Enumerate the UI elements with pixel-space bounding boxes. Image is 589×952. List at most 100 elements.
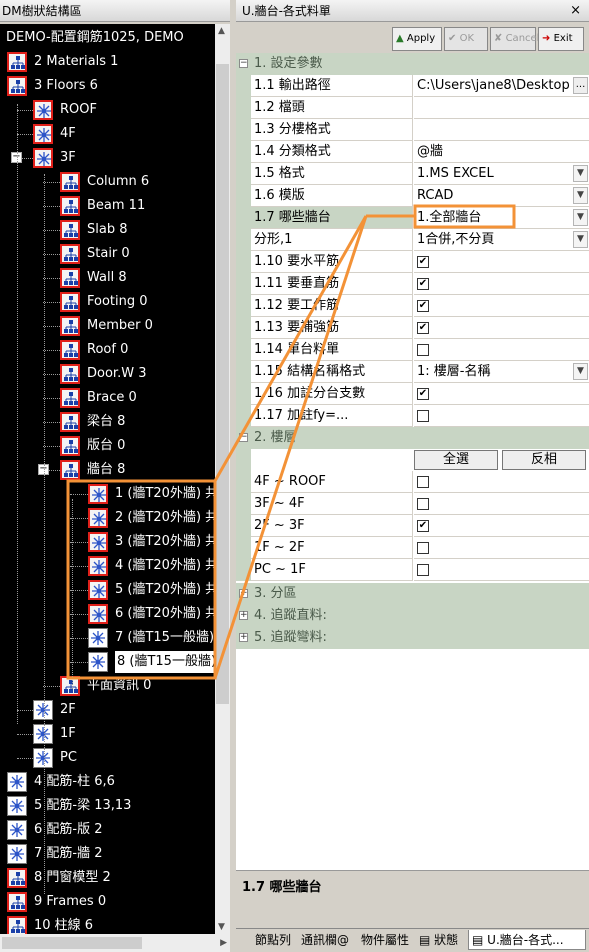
category-row[interactable]: +4. 追蹤直料: — [236, 605, 589, 627]
hscroll-thumb[interactable] — [2, 937, 142, 949]
property-row[interactable]: 1.17 加註fy=... — [236, 405, 589, 427]
category-row[interactable]: −1. 設定參數 — [236, 53, 589, 75]
tree-item[interactable]: 3 (牆T20外牆) 共 — [0, 530, 215, 554]
category-row[interactable]: −2. 樓層 — [236, 427, 589, 449]
property-row[interactable]: 1.14 單台料單 — [236, 339, 589, 361]
property-row[interactable]: 2F ~ 3F ✔ — [236, 515, 589, 537]
property-value[interactable]: 1.全部牆台 ▼ — [414, 207, 589, 229]
property-row[interactable]: 1.16 加註分台支數 ✔ — [236, 383, 589, 405]
property-row[interactable]: 1.7 哪些牆台 1.全部牆台 ▼ — [236, 207, 589, 229]
property-row[interactable]: 分形,1 1合併,不分頁 ▼ — [236, 229, 589, 251]
tree-vertical-scrollbar[interactable]: ▲ ▼ — [215, 24, 230, 934]
property-value[interactable] — [414, 405, 589, 427]
collapse-icon[interactable]: − — [239, 433, 248, 442]
property-checkbox[interactable] — [417, 410, 429, 422]
tree-item[interactable]: ROOF — [0, 98, 215, 122]
bottom-tab[interactable]: 物件屬性 — [358, 930, 409, 950]
tree-item[interactable]: 版台 0 — [0, 434, 215, 458]
property-value[interactable]: C:\Users\jane8\Desktop... — [414, 75, 589, 97]
property-row[interactable]: 4F ~ ROOF — [236, 471, 589, 493]
tree-item[interactable]: 6 配筋-版 2 — [0, 818, 215, 842]
property-row[interactable]: 1.5 格式 1.MS EXCEL ▼ — [236, 163, 589, 185]
property-value[interactable] — [414, 471, 589, 493]
category-row[interactable]: +5. 追蹤彎料: — [236, 627, 589, 649]
tree-item[interactable]: 4F — [0, 122, 215, 146]
tree-item[interactable]: Wall 8 — [0, 266, 215, 290]
property-value[interactable] — [414, 559, 589, 581]
bottom-tab[interactable]: 通訊欄@ — [298, 930, 349, 950]
tree-item[interactable]: 1F — [0, 722, 215, 746]
tree-item[interactable]: 梁台 8 — [0, 410, 215, 434]
property-value[interactable]: 1.MS EXCEL ▼ — [414, 163, 589, 185]
property-checkbox[interactable] — [417, 344, 429, 356]
ok-button[interactable]: ✔ OK — [444, 27, 488, 51]
tree-item[interactable]: − 牆台 8 — [0, 458, 215, 482]
property-value[interactable] — [414, 515, 589, 537]
bottom-tab[interactable]: ▤ 狀態 — [416, 930, 458, 950]
property-checkbox[interactable]: ✔ — [417, 256, 429, 268]
tree-item[interactable]: Column 6 — [0, 170, 215, 194]
tree-horizontal-scrollbar[interactable]: ▶ — [0, 934, 230, 952]
tree-item[interactable]: 7 (牆T15一般牆) — [0, 626, 215, 650]
tree-item[interactable]: −3F — [0, 146, 215, 170]
scroll-right-icon[interactable]: ▶ — [220, 938, 227, 948]
dropdown-arrow-icon[interactable]: ▼ — [573, 363, 588, 380]
property-value[interactable]: 1: 樓層-名稱 ▼ — [414, 361, 589, 383]
property-checkbox[interactable]: ✔ — [417, 300, 429, 312]
property-row[interactable]: 1.12 要工作筋 ✔ — [236, 295, 589, 317]
property-value[interactable] — [414, 537, 589, 559]
category-row[interactable]: +3. 分區 — [236, 583, 589, 605]
tree-view[interactable]: DEMO-配置鋼筋1025, DEMO 2 Materials 1 −3 Floor… — [0, 24, 215, 934]
bottom-tab[interactable]: ▤ U.牆台-各式... — [468, 930, 586, 950]
tree-item[interactable]: Beam 11 — [0, 194, 215, 218]
property-row[interactable]: 1.10 要水平筋 ✔ — [236, 251, 589, 273]
tree-item[interactable]: Brace 0 — [0, 386, 215, 410]
scroll-up-icon[interactable]: ▲ — [218, 26, 225, 36]
property-checkbox[interactable]: ✔ — [417, 388, 429, 400]
tree-item[interactable]: −3 Floors 6 — [0, 74, 215, 98]
scroll-down-icon[interactable]: ▼ — [218, 922, 225, 932]
property-value[interactable]: 1合併,不分頁 ▼ — [414, 229, 589, 251]
property-row[interactable]: 1.1 輸出路徑 C:\Users\jane8\Desktop... — [236, 75, 589, 97]
property-value[interactable] — [414, 493, 589, 515]
property-row[interactable]: 1.15 結構名稱格式 1: 樓層-名稱 ▼ — [236, 361, 589, 383]
dropdown-arrow-icon[interactable]: ▼ — [573, 231, 588, 248]
tree-item[interactable]: 2F — [0, 698, 215, 722]
tree-item[interactable]: 平面資訊 0 — [0, 674, 215, 698]
property-value[interactable] — [414, 97, 589, 119]
tree-item[interactable]: 9 Frames 0 — [0, 890, 215, 914]
property-value[interactable] — [414, 295, 589, 317]
property-checkbox[interactable] — [417, 498, 429, 510]
invert-selection-button[interactable]: 反相 — [502, 450, 586, 470]
property-value[interactable] — [414, 251, 589, 273]
tree-item[interactable]: 4 配筋-柱 6,6 — [0, 770, 215, 794]
property-row[interactable]: 1.2 檔頭 — [236, 97, 589, 119]
tree-item[interactable]: 7 配筋-牆 2 — [0, 842, 215, 866]
tree-item[interactable]: 1 (牆T20外牆) 共 — [0, 482, 215, 506]
property-value[interactable]: @牆 — [414, 141, 589, 163]
cancel-button[interactable]: ✘ Cancel — [490, 27, 539, 51]
property-row[interactable]: 1.11 要垂直筋 ✔ — [236, 273, 589, 295]
property-value[interactable] — [414, 339, 589, 361]
tree-item[interactable]: 4 (牆T20外牆) 共 — [0, 554, 215, 578]
scroll-thumb[interactable] — [216, 64, 229, 704]
property-row[interactable]: PC ~ 1F — [236, 559, 589, 581]
property-value[interactable] — [414, 273, 589, 295]
expand-icon[interactable]: + — [239, 611, 248, 620]
select-all-button[interactable]: 全選 — [414, 450, 498, 470]
property-row[interactable]: 3F ~ 4F — [236, 493, 589, 515]
property-checkbox[interactable]: ✔ — [417, 278, 429, 290]
collapse-icon[interactable]: − — [239, 59, 248, 68]
property-row[interactable]: 1.3 分樓格式 — [236, 119, 589, 141]
dropdown-arrow-icon[interactable]: ▼ — [573, 165, 588, 182]
property-checkbox[interactable] — [417, 476, 429, 488]
tree-item[interactable]: 6 (牆T20外牆) 共 — [0, 602, 215, 626]
dropdown-arrow-icon[interactable]: ▼ — [573, 209, 588, 226]
browse-button[interactable]: ... — [573, 77, 588, 94]
tree-item[interactable]: 5 配筋-梁 13,13 — [0, 794, 215, 818]
property-value[interactable] — [414, 383, 589, 405]
bottom-tab[interactable]: 節點列 — [252, 930, 291, 950]
property-value[interactable] — [414, 119, 589, 141]
apply-button[interactable]: ▲ Apply — [392, 27, 442, 51]
expand-icon[interactable]: + — [239, 633, 248, 642]
